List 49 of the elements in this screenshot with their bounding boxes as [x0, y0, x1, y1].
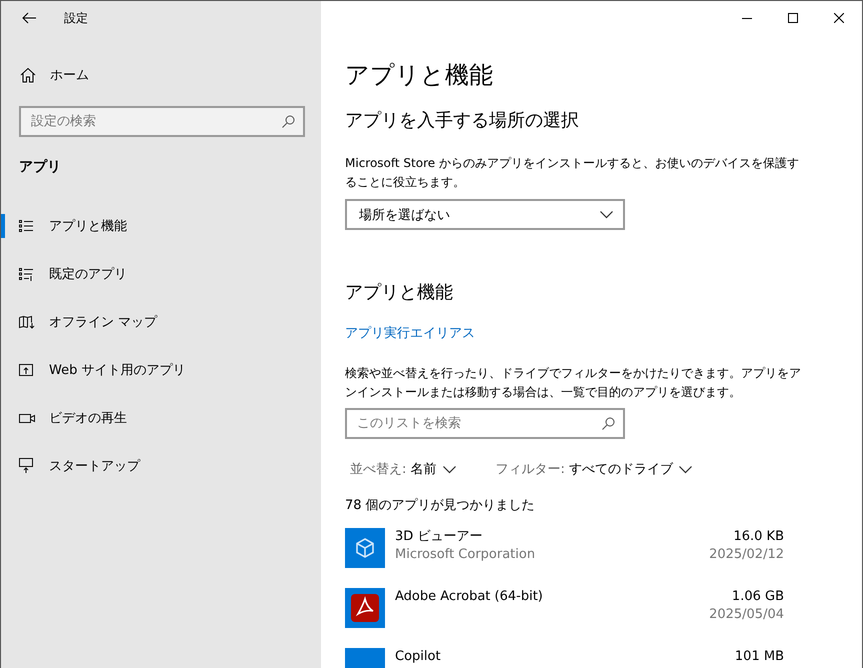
- settings-search-field[interactable]: 設定の検索: [19, 106, 305, 137]
- app-list-item[interactable]: 3D ビューアー Microsoft Corporation 16.0 KB 2025/02/12: [345, 528, 784, 588]
- page-title: アプリと機能: [345, 60, 494, 91]
- description-text: Microsoft Store からのみアプリをインストールすると、お使いのデバイスを保護することに役立ちます。: [345, 155, 800, 191]
- section-heading: アプリを入手する場所の選択: [345, 109, 580, 133]
- map-icon: [19, 315, 35, 329]
- section-heading: アプリ: [19, 158, 62, 177]
- list-icon: [19, 219, 33, 233]
- app-size: 16.0 KB: [732, 528, 784, 546]
- app-name: Adobe Acrobat (64-bit): [395, 588, 544, 606]
- close-icon: [834, 13, 844, 23]
- back-arrow-icon: [22, 12, 36, 24]
- app-alias-link[interactable]: アプリ実行エイリアス: [345, 324, 475, 344]
- app-list-item[interactable]: Adobe Acrobat (64-bit) 1.06 GB 2025/05/04: [345, 588, 784, 648]
- window-icon: [19, 363, 33, 377]
- nav-item[interactable]: オフライン マップ: [1, 298, 321, 346]
- video-camera-icon: [19, 412, 35, 424]
- window-title: 設定: [64, 10, 88, 26]
- app-size: 1.06 GB: [730, 588, 784, 606]
- app-publisher: Microsoft Corporation: [395, 546, 536, 564]
- nav-item[interactable]: 既定のアプリ: [1, 250, 321, 298]
- nav-item[interactable]: Web サイト用のアプリ: [1, 346, 321, 394]
- app-install-date: 2025/02/12: [708, 546, 784, 564]
- section-heading: アプリと機能: [345, 281, 454, 305]
- monitor-icon: [19, 458, 33, 474]
- home-icon: [20, 67, 36, 83]
- document-app-icon: [345, 588, 385, 628]
- source-dropdown[interactable]: 場所を選ばない: [345, 199, 625, 230]
- nav-item[interactable]: ビデオの再生: [1, 394, 321, 442]
- maximize-icon: [788, 13, 798, 23]
- chevron-down-icon: [679, 466, 692, 474]
- sort-dropdown[interactable]: 並べ替え: 名前: [350, 460, 456, 480]
- app-search-field[interactable]: このリストを検索: [345, 408, 625, 439]
- app-list-item[interactable]: Copilot 101 MB: [345, 648, 784, 668]
- search-icon: [602, 417, 615, 430]
- filter-dropdown[interactable]: フィルター: すべてのドライブ: [496, 460, 692, 480]
- chevron-down-icon: [600, 210, 613, 218]
- app-count: 78 個のアプリが見つかりました: [345, 497, 536, 515]
- cube-icon: [345, 528, 385, 568]
- app-name: 3D ビューアー: [395, 528, 484, 546]
- app-install-date: 2025/05/04: [708, 606, 784, 624]
- app-name: Copilot: [395, 648, 442, 666]
- list-icon: [19, 267, 33, 281]
- description-text: 検索や並べ替えを行ったり、ドライブでフィルターをかけたりできます。アプリをアンインストールまたは移動する場合は、一覧で目的のアプリを選びます。: [345, 365, 802, 401]
- chevron-down-icon: [442, 466, 456, 474]
- search-icon: [282, 115, 295, 128]
- app-size: 101 MB: [734, 648, 784, 666]
- home-nav-item[interactable]: ホーム: [1, 55, 321, 95]
- nav-item[interactable]: スタートアップ: [1, 442, 321, 490]
